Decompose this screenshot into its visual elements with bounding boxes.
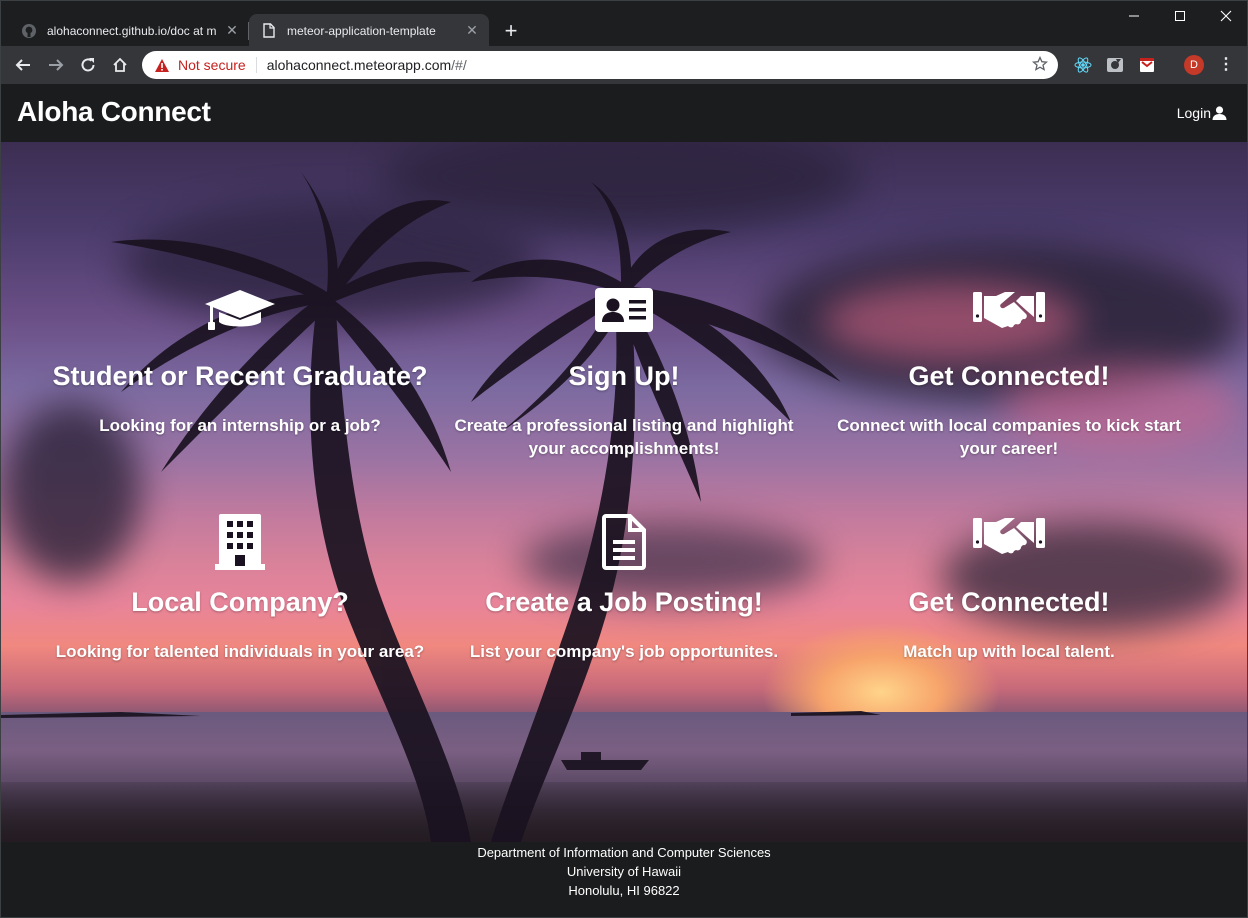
id-card-icon — [434, 288, 814, 344]
feature-title: Sign Up! — [568, 361, 680, 391]
feature-student: Student or Recent Graduate? Looking for … — [50, 288, 430, 437]
mailvelope-icon[interactable] — [1138, 56, 1156, 74]
feature-job-posting: Create a Job Posting! List your company'… — [434, 514, 814, 663]
tab-close-icon[interactable]: ✕ — [461, 22, 483, 39]
handshake-icon — [819, 514, 1199, 570]
browser-toolbar: Not secure alohaconnect.meteorapp.com/#/… — [0, 46, 1248, 84]
tab-title: alohaconnect.github.io/doc at m — [47, 23, 217, 38]
feature-text: Match up with local talent. — [903, 642, 1115, 661]
palm-trees-silhouette — [1, 172, 881, 842]
feature-text: Connect with local companies to kick sta… — [837, 416, 1181, 458]
bookmark-star-icon[interactable] — [1031, 55, 1049, 72]
page-footer: Department of Information and Computer S… — [0, 842, 1248, 918]
feature-text: Create a professional listing and highli… — [454, 416, 794, 458]
forward-icon[interactable] — [42, 51, 70, 79]
user-icon — [1212, 106, 1227, 120]
warning-icon — [154, 57, 170, 73]
url-host: alohaconnect.meteorapp.com — [266, 57, 452, 73]
browser-tab-docs[interactable]: alohaconnect.github.io/doc at m ✕ — [9, 14, 249, 47]
address-bar[interactable]: Not secure alohaconnect.meteorapp.com/#/ — [142, 51, 1058, 79]
login-button[interactable]: Login — [1177, 105, 1227, 121]
back-icon[interactable] — [9, 51, 37, 79]
feature-connect-students: Get Connected! Connect with local compan… — [819, 288, 1199, 460]
security-label: Not secure — [178, 57, 246, 73]
browser-tab-app[interactable]: meteor-application-template ✕ — [249, 14, 489, 47]
feature-title: Get Connected! — [908, 361, 1110, 391]
feature-title: Student or Recent Graduate? — [52, 361, 428, 391]
window-close-icon[interactable] — [1203, 1, 1248, 31]
feature-text: Looking for an internship or a job? — [99, 416, 381, 435]
feature-title: Local Company? — [131, 587, 349, 617]
tab-close-icon[interactable]: ✕ — [221, 22, 243, 39]
github-icon — [21, 23, 37, 39]
maximize-icon[interactable] — [1157, 1, 1203, 31]
feature-signup: Sign Up! Create a professional listing a… — [434, 288, 814, 460]
handshake-icon — [819, 288, 1199, 344]
hero-section: Student or Recent Graduate? Looking for … — [0, 142, 1248, 842]
url-path: /#/ — [451, 57, 467, 73]
page-icon — [261, 23, 277, 39]
login-label: Login — [1176, 105, 1211, 121]
brand-title[interactable]: Aloha Connect — [17, 96, 211, 128]
footer-address: Honolulu, HI 96822 — [568, 883, 680, 898]
feature-company: Local Company? Looking for talented indi… — [50, 514, 430, 663]
reload-icon[interactable] — [74, 51, 102, 79]
file-icon — [434, 514, 814, 570]
building-icon — [50, 514, 430, 570]
new-tab-button[interactable]: + — [497, 18, 525, 46]
profile-avatar[interactable]: D — [1184, 55, 1204, 75]
tab-title: meteor-application-template — [287, 23, 436, 38]
home-icon[interactable] — [106, 51, 134, 79]
graduation-cap-icon — [50, 288, 430, 344]
footer-university: University of Hawaii — [566, 864, 682, 879]
feature-text: Looking for talented individuals in your… — [55, 642, 425, 661]
browser-tab-strip: alohaconnect.github.io/doc at m ✕ meteor… — [0, 0, 1248, 47]
feature-title: Create a Job Posting! — [485, 587, 763, 617]
app-navbar: Aloha Connect Login — [0, 84, 1248, 142]
minimize-icon[interactable] — [1111, 1, 1157, 31]
feature-text: List your company's job opportunites. — [469, 642, 779, 661]
feature-title: Get Connected! — [908, 587, 1110, 617]
browser-menu-icon[interactable]: ⋮ — [1218, 56, 1234, 74]
extension-icon[interactable] — [1106, 56, 1124, 74]
feature-connect-companies: Get Connected! Match up with local talen… — [819, 514, 1199, 663]
footer-department: Department of Information and Computer S… — [477, 845, 771, 860]
react-devtools-icon[interactable] — [1074, 56, 1092, 74]
